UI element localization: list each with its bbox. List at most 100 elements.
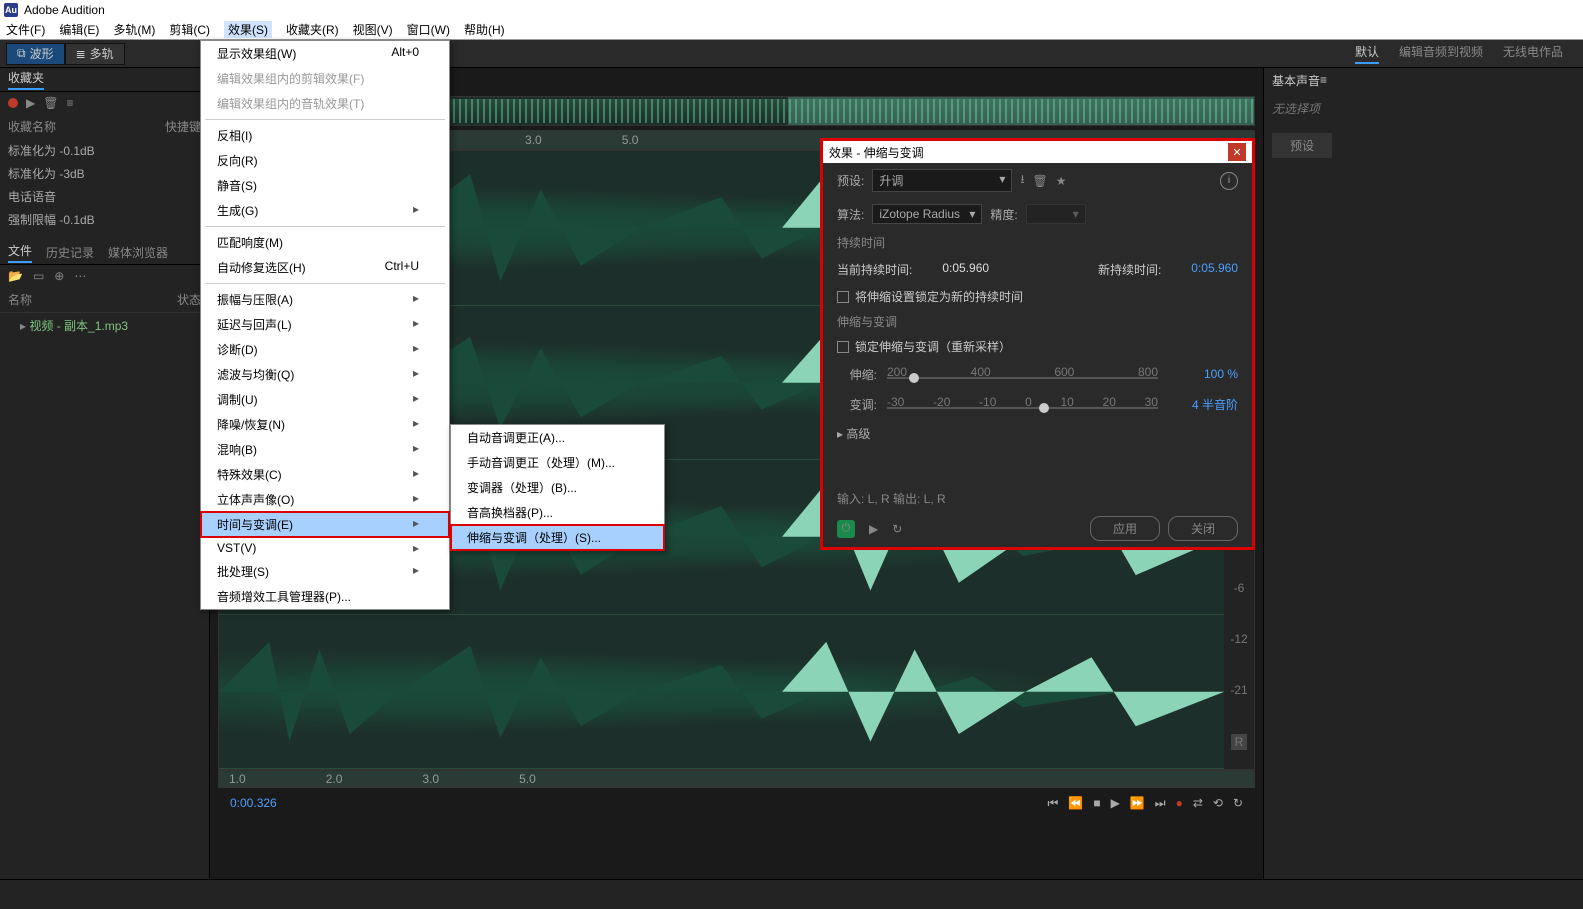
record-button[interactable]: ● <box>1176 796 1183 811</box>
stop-button[interactable]: ■ <box>1093 796 1100 811</box>
stretch-pitch-dialog: 效果 - 伸缩与变调 ✕ 预设: 升调▾ ⭳ 🗑 ★ i 算法: iZotope… <box>820 138 1255 550</box>
close-icon[interactable]: ✕ <box>1228 143 1246 161</box>
apply-button[interactable]: 应用 <box>1090 516 1160 541</box>
goto-end-button[interactable]: ⏭ <box>1155 796 1166 811</box>
lock-stretch-pitch-checkbox[interactable]: 锁定伸缩与变调（重新采样） <box>823 334 1252 359</box>
rewind-button[interactable]: ⏪ <box>1068 796 1083 811</box>
play-favorite-icon[interactable]: ▶ <box>26 96 35 110</box>
menu-item[interactable]: 时间与变调(E) <box>201 512 449 537</box>
menu-clip[interactable]: 剪辑(C) <box>169 21 210 38</box>
menu-item[interactable]: 自动音调更正(A)... <box>451 425 664 450</box>
menu-item[interactable]: 延迟与回声(L) <box>201 312 449 337</box>
menu-view[interactable]: 视图(V) <box>353 21 393 38</box>
close-button[interactable]: 关闭 <box>1168 516 1238 541</box>
time-ruler-bottom[interactable]: 1.0 2.0 3.0 5.0 <box>218 770 1255 788</box>
fav-item[interactable]: 标准化为 -3dB <box>0 162 209 185</box>
mode-multitrack-button[interactable]: ≣多轨 <box>65 43 125 65</box>
menu-item[interactable]: 变调器（处理）(B)... <box>451 475 664 500</box>
menu-item[interactable]: 诊断(D) <box>201 337 449 362</box>
essential-sound-tab[interactable]: 基本声音 <box>1272 72 1320 89</box>
menu-item[interactable]: 伸缩与变调（处理）(S)... <box>451 525 664 550</box>
mode-waveform-button[interactable]: ⧉波形 <box>6 43 65 65</box>
waveform-icon: ⧉ <box>17 46 26 61</box>
menu-item[interactable]: 特殊效果(C) <box>201 462 449 487</box>
favorite-icon[interactable]: ★ <box>1056 174 1067 188</box>
forward-button[interactable]: ⏩ <box>1130 796 1145 811</box>
menu-item[interactable]: 降噪/恢复(N) <box>201 412 449 437</box>
pitch-slider[interactable]: -30-20-100102030 <box>887 395 1158 413</box>
menu-favorites[interactable]: 收藏夹(R) <box>286 21 339 38</box>
options-icon[interactable]: ⋯ <box>74 269 86 283</box>
menu-item[interactable]: 编辑效果组内的剪辑效果(F) <box>201 66 449 91</box>
menu-item[interactable]: VST(V) <box>201 537 449 559</box>
no-selection-label: 无选择项 <box>1264 92 1583 125</box>
menu-item[interactable]: 调制(U) <box>201 387 449 412</box>
repeat-button[interactable]: ↻ <box>1233 796 1243 811</box>
open-file-icon[interactable]: 📂 <box>8 269 23 283</box>
precision-select: ▾ <box>1026 204 1086 224</box>
files-tab[interactable]: 文件 <box>8 242 32 263</box>
stretch-value[interactable]: 100 % <box>1168 367 1238 381</box>
menu-item[interactable]: 混响(B) <box>201 437 449 462</box>
new-duration-value[interactable]: 0:05.960 <box>1191 261 1238 278</box>
goto-start-button[interactable]: ⏮ <box>1048 796 1059 811</box>
precision-label: 精度: <box>990 206 1017 223</box>
history-tab[interactable]: 历史记录 <box>46 244 94 261</box>
menu-item[interactable]: 批处理(S) <box>201 559 449 584</box>
algorithm-select[interactable]: iZotope Radius▾ <box>872 204 982 224</box>
advanced-toggle[interactable]: ▸ 高级 <box>823 419 1252 448</box>
workspace-default[interactable]: 默认 <box>1355 43 1379 64</box>
power-icon[interactable]: ⏻ <box>837 520 855 538</box>
loop-button[interactable]: ⇄ <box>1193 796 1203 811</box>
mediabrowser-tab[interactable]: 媒体浏览器 <box>108 244 168 261</box>
delete-favorite-icon[interactable]: 🗑 <box>43 96 58 110</box>
menu-item[interactable]: 反向(R) <box>201 148 449 173</box>
menu-window[interactable]: 窗口(W) <box>407 21 450 38</box>
fav-item[interactable]: 标准化为 -0.1dB <box>0 139 209 162</box>
play-button[interactable]: ▶ <box>1111 796 1120 811</box>
menu-item[interactable]: 匹配响度(M) <box>201 230 449 255</box>
workspace-radio[interactable]: 无线电作品 <box>1503 43 1563 64</box>
preview-play-icon[interactable]: ▶ <box>869 522 878 536</box>
menu-item[interactable]: 手动音调更正（处理）(M)... <box>451 450 664 475</box>
fav-item[interactable]: 电话语音 <box>0 185 209 208</box>
menu-item[interactable]: 显示效果组(W)Alt+0 <box>201 41 449 66</box>
menu-item[interactable]: 静音(S) <box>201 173 449 198</box>
transport-controls: ⏮ ⏪ ■ ▶ ⏩ ⏭ ● ⇄ ⟲ ↻ <box>1048 796 1243 811</box>
menu-item[interactable]: 滤波与均衡(Q) <box>201 362 449 387</box>
delete-preset-icon[interactable]: 🗑 <box>1033 174 1048 188</box>
file-item[interactable]: 视频 - 副本_1.mp3 <box>0 313 209 338</box>
fav-item[interactable]: 强制限幅 -0.1dB <box>0 208 209 231</box>
menu-item[interactable]: 振幅与压限(A) <box>201 287 449 312</box>
record-favorite-icon[interactable] <box>8 98 18 108</box>
preset-select[interactable]: 升调▾ <box>872 169 1012 192</box>
workspace-editaudio[interactable]: 编辑音频到视频 <box>1399 43 1483 64</box>
menu-effects[interactable]: 效果(S) <box>224 21 272 38</box>
menu-item[interactable]: 编辑效果组内的音轨效果(T) <box>201 91 449 116</box>
menu-edit[interactable]: 编辑(E) <box>59 21 99 38</box>
menu-item[interactable]: 生成(G) <box>201 198 449 223</box>
menu-item[interactable]: 立体声声像(O) <box>201 487 449 512</box>
pitch-value[interactable]: 4 半音阶 <box>1168 396 1238 413</box>
preview-loop-icon[interactable]: ↻ <box>892 522 902 536</box>
new-file-icon[interactable]: ▭ <box>33 269 44 283</box>
menu-item[interactable]: 反相(I) <box>201 123 449 148</box>
menu-item[interactable]: 音频增效工具管理器(P)... <box>201 584 449 609</box>
info-icon[interactable]: i <box>1220 172 1238 190</box>
favorites-tab[interactable]: 收藏夹 <box>8 69 44 90</box>
multitrack-icon: ≣ <box>76 47 86 61</box>
stretch-slider[interactable]: 200400600800 <box>887 365 1158 383</box>
skip-button[interactable]: ⟲ <box>1213 796 1223 811</box>
save-preset-icon[interactable]: ⭳ <box>1020 170 1024 191</box>
import-icon[interactable]: ⊕ <box>54 269 64 283</box>
preset-button[interactable]: 预设 <box>1272 133 1332 158</box>
chevron-down-icon: ▾ <box>999 172 1005 189</box>
title-bar: Au Adobe Audition <box>0 0 1583 20</box>
menu-help[interactable]: 帮助(H) <box>464 21 505 38</box>
lock-duration-checkbox[interactable]: 将伸缩设置锁定为新的持续时间 <box>823 284 1252 309</box>
favorite-options-icon[interactable]: ≡ <box>66 96 73 110</box>
menu-item[interactable]: 自动修复选区(H)Ctrl+U <box>201 255 449 280</box>
menu-multitrack[interactable]: 多轨(M) <box>113 21 155 38</box>
menu-item[interactable]: 音高换档器(P)... <box>451 500 664 525</box>
menu-file[interactable]: 文件(F) <box>6 21 45 38</box>
